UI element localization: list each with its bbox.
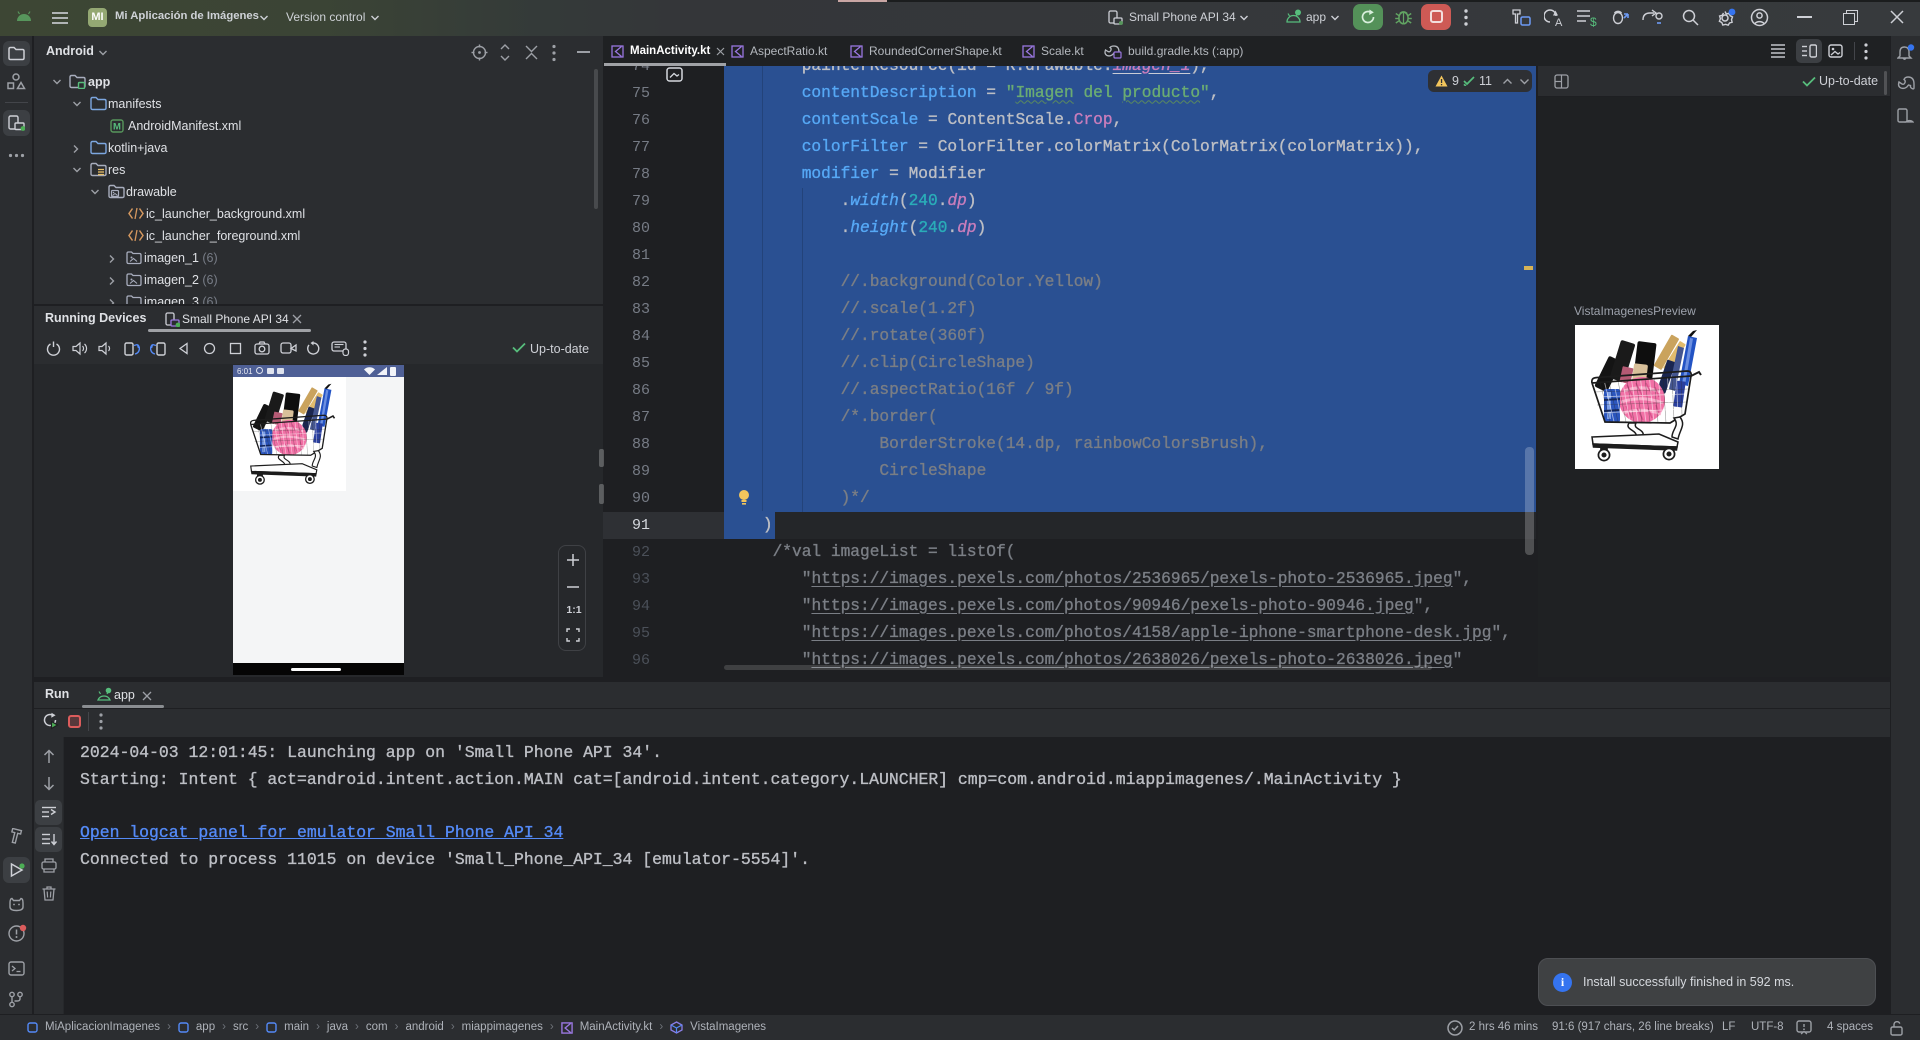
svg-text:$: $ — [1590, 15, 1597, 27]
svg-text:A: A — [1555, 17, 1563, 28]
svg-text:M: M — [113, 122, 121, 133]
